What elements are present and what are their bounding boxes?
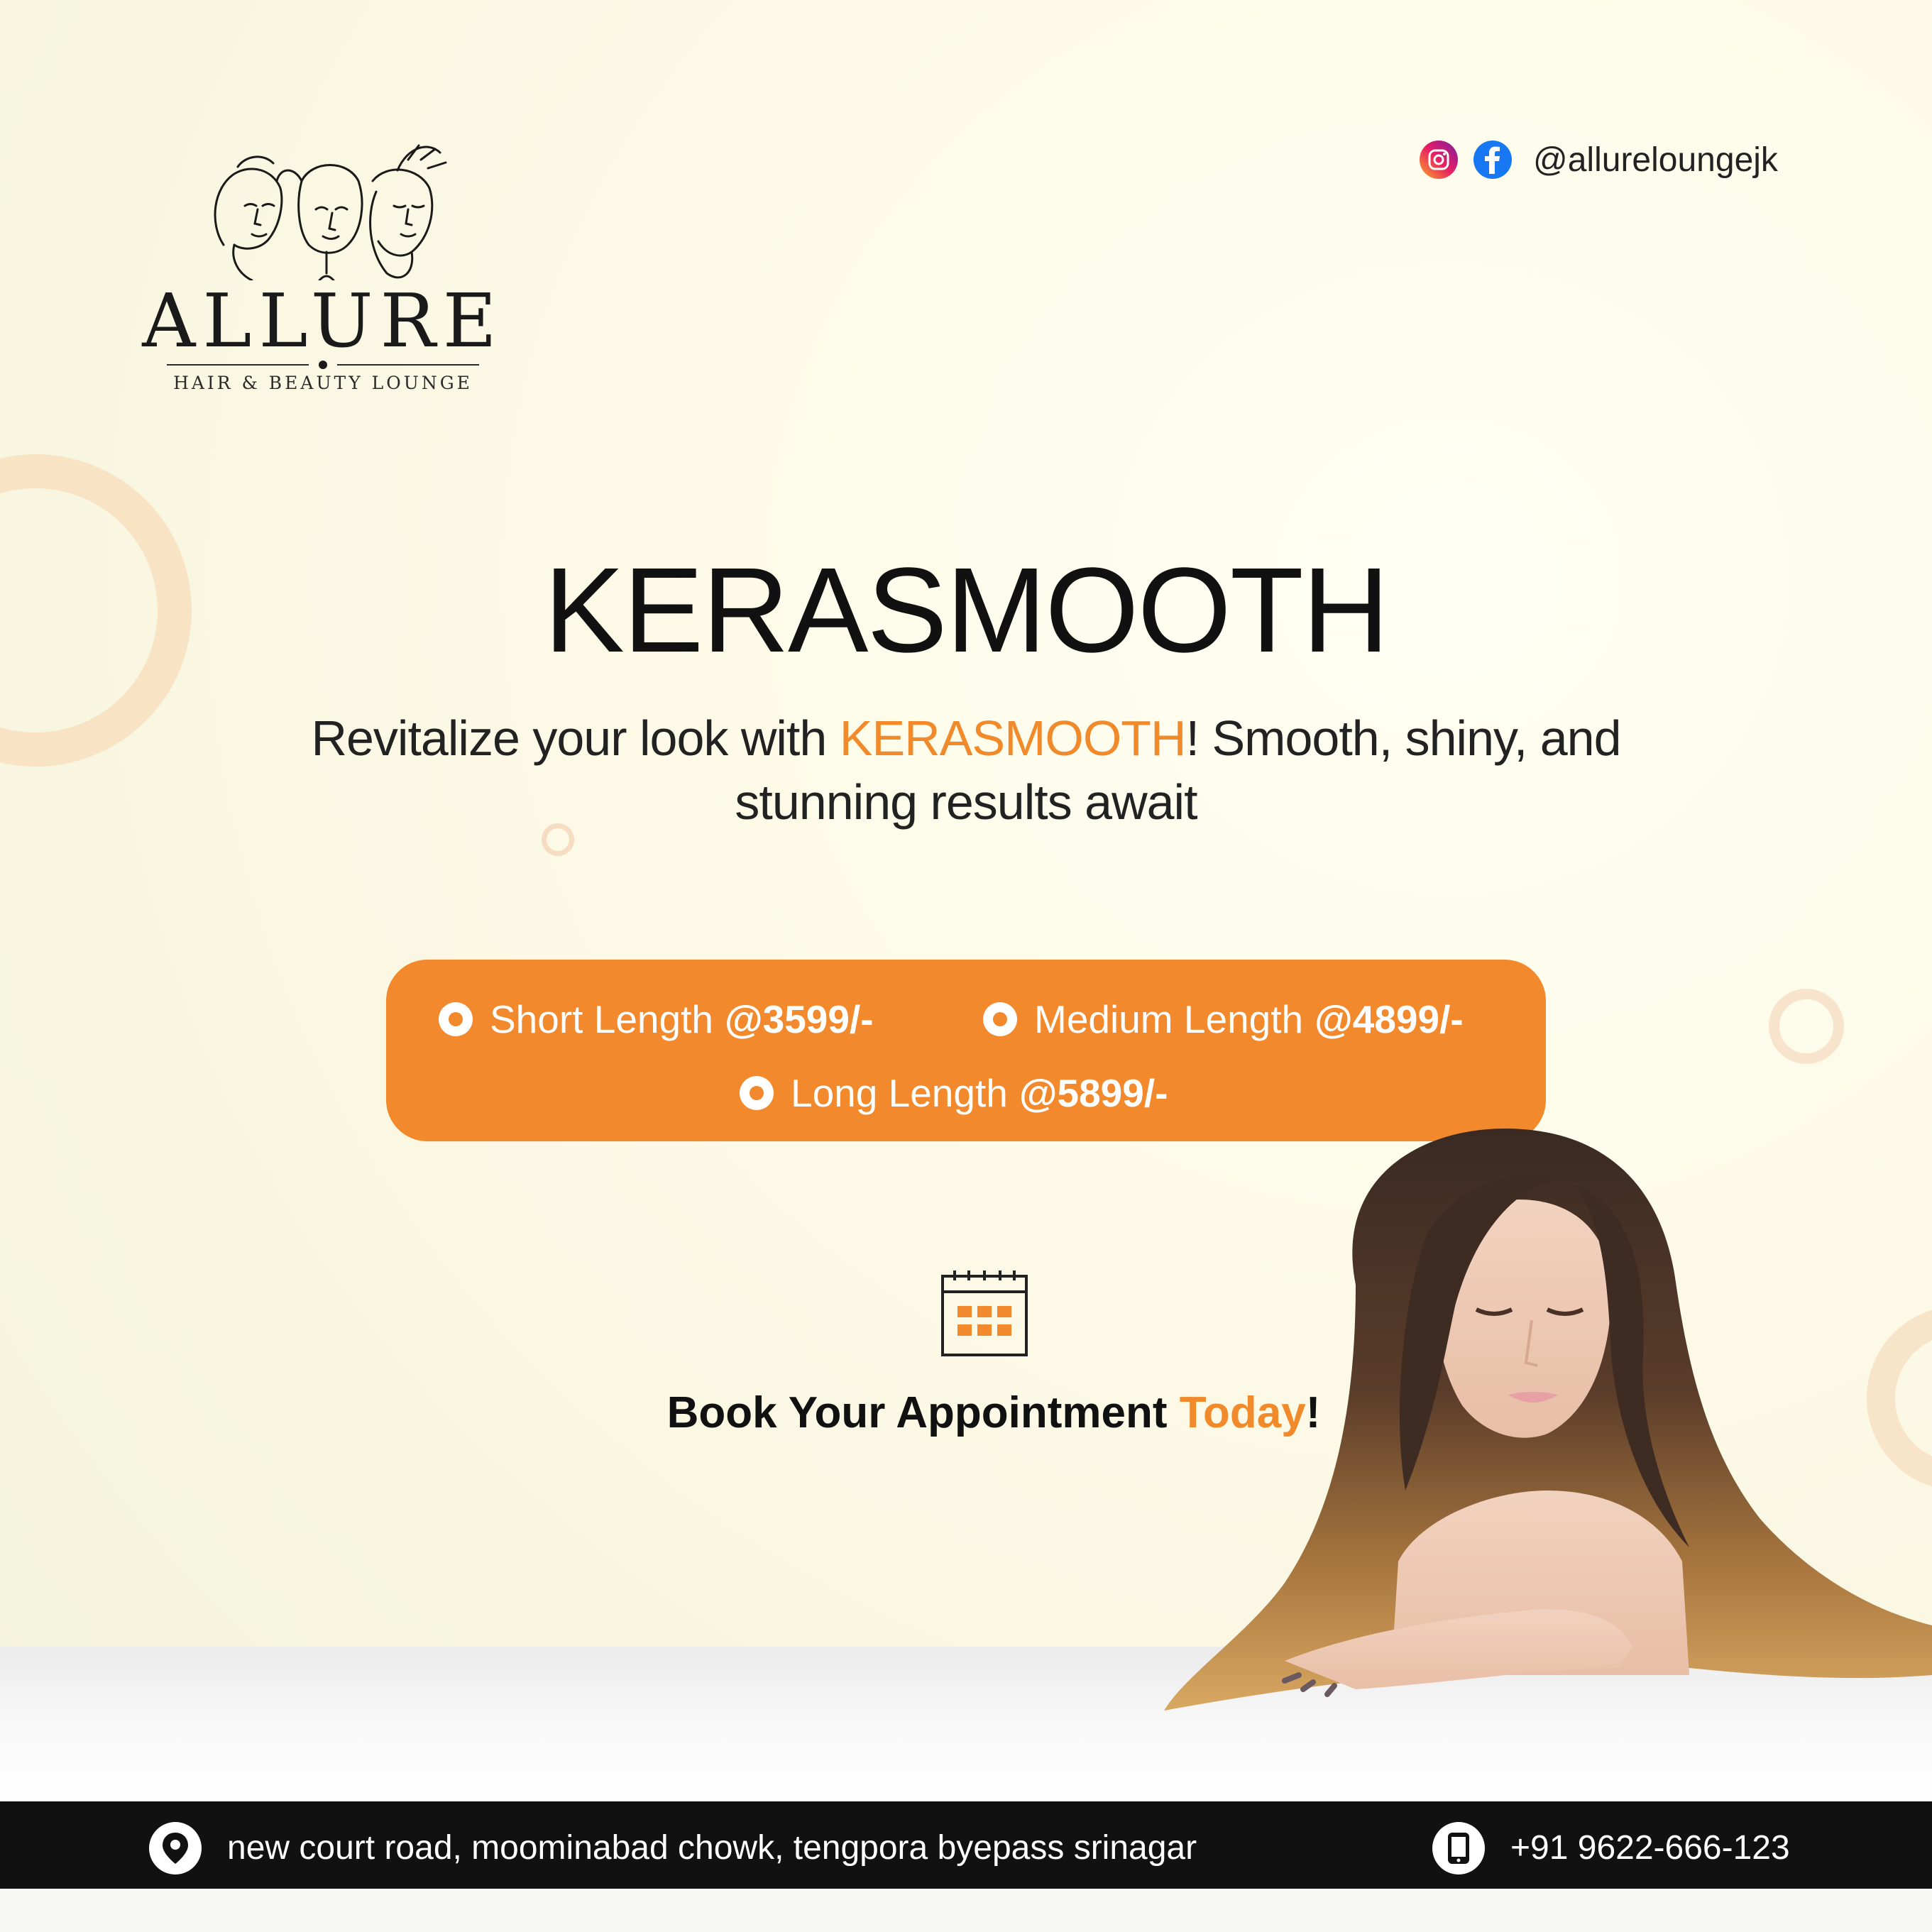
bullet-icon bbox=[439, 1002, 473, 1036]
footer-strip bbox=[0, 1889, 1932, 1932]
price-label: Short Length bbox=[490, 997, 713, 1041]
price-value: @4899/- bbox=[1314, 997, 1464, 1041]
subtitle-text: Revitalize your look with bbox=[311, 710, 840, 766]
footer-phone[interactable]: +91 9622-666-123 bbox=[1510, 1826, 1790, 1871]
bullet-icon bbox=[740, 1076, 774, 1110]
logo-divider bbox=[337, 364, 479, 366]
price-item-short: Short Length @3599/- bbox=[439, 997, 874, 1042]
price-item-medium: Medium Length @4899/- bbox=[983, 997, 1464, 1042]
subtitle: Revitalize your look with KERASMOOTH! Sm… bbox=[234, 706, 1698, 834]
social-handle[interactable]: @allureloungejk bbox=[1533, 141, 1778, 180]
footer-address: new court road, moominabad chowk, tengpo… bbox=[227, 1829, 1197, 1867]
brand-tagline: HAIR & BEAUTY LOUNGE bbox=[173, 373, 473, 393]
instagram-icon[interactable] bbox=[1420, 141, 1458, 179]
cta-prefix: Book Your Appointment bbox=[666, 1388, 1180, 1437]
price-item-long: Long Length @5899/- bbox=[740, 1070, 1168, 1116]
social-links: @allureloungejk bbox=[1420, 138, 1778, 181]
bullet-icon bbox=[983, 1002, 1017, 1036]
page-title: KERASMOOTH bbox=[544, 543, 1389, 678]
phone-icon bbox=[1432, 1822, 1485, 1875]
calendar-icon bbox=[941, 1270, 1028, 1356]
decorative-ring bbox=[1769, 989, 1844, 1064]
price-value: @5899/- bbox=[1019, 1071, 1168, 1115]
price-label: Long Length bbox=[791, 1071, 1008, 1115]
subtitle-highlight: KERASMOOTH bbox=[839, 710, 1187, 766]
location-pin-icon bbox=[149, 1822, 202, 1875]
price-label: Medium Length bbox=[1034, 997, 1304, 1041]
brand-name: ALLURE bbox=[142, 278, 504, 364]
price-value: @3599/- bbox=[724, 997, 874, 1041]
price-list: Short Length @3599/- Medium Length @4899… bbox=[386, 960, 1546, 1141]
promo-poster: ALLURE HAIR & BEAUTY LOUNGE @allureloung… bbox=[0, 0, 1932, 1932]
faces-line-art-icon bbox=[214, 144, 447, 280]
model-photo bbox=[1164, 1129, 1932, 1711]
brand-logo: ALLURE HAIR & BEAUTY LOUNGE bbox=[138, 138, 507, 401]
logo-divider bbox=[167, 364, 309, 366]
logo-dot bbox=[319, 361, 327, 369]
facebook-icon[interactable] bbox=[1473, 141, 1512, 179]
